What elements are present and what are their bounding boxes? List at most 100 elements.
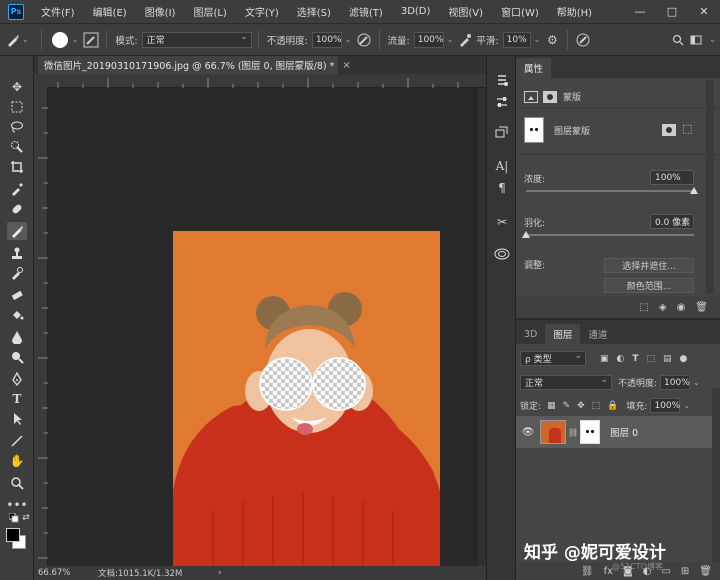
brush-tool-preset-icon[interactable] bbox=[4, 31, 22, 49]
tab-channels[interactable]: 通道 bbox=[580, 324, 615, 344]
lasso-tool-icon[interactable] bbox=[7, 118, 27, 136]
menu-window[interactable]: 窗口(W) bbox=[492, 4, 548, 19]
select-and-mask-button[interactable]: 选择并遮住... bbox=[604, 258, 694, 273]
search-icon[interactable] bbox=[669, 31, 687, 49]
filter-smart-object-icon[interactable]: ▤ bbox=[663, 354, 672, 364]
tool-presets-icon[interactable]: ✂ bbox=[492, 212, 512, 232]
link-icon[interactable]: ⛓ bbox=[581, 566, 594, 577]
tab-properties[interactable]: 属性 bbox=[516, 58, 552, 78]
menu-image[interactable]: 图像(I) bbox=[136, 4, 185, 19]
chevron-down-icon[interactable]: ⌄ bbox=[447, 35, 454, 44]
properties-scrollbar[interactable] bbox=[706, 80, 714, 294]
character-panel-icon[interactable]: A| bbox=[492, 156, 512, 176]
layers-scrollbar[interactable] bbox=[712, 388, 720, 564]
horizontal-ruler[interactable] bbox=[48, 74, 486, 88]
chevron-down-icon[interactable]: ⌄ bbox=[72, 35, 79, 44]
blend-mode-select[interactable]: 正常 bbox=[141, 31, 252, 48]
tab-3d[interactable]: 3D bbox=[516, 324, 545, 344]
eye-visibility-icon[interactable]: 👁 bbox=[516, 427, 540, 438]
chevron-down-icon[interactable]: ⌄ bbox=[345, 35, 352, 44]
menu-help[interactable]: 帮助(H) bbox=[548, 4, 601, 19]
density-slider-thumb[interactable] bbox=[690, 187, 698, 194]
type-tool-icon[interactable]: T bbox=[7, 390, 27, 408]
filter-type-icon[interactable]: T bbox=[632, 354, 638, 364]
hand-tool-icon[interactable]: ✋ bbox=[7, 452, 27, 470]
path-selection-tool-icon[interactable] bbox=[7, 410, 27, 428]
menu-edit[interactable]: 编辑(E) bbox=[84, 4, 136, 19]
color-range-button[interactable]: 颜色范围... bbox=[604, 278, 694, 293]
vector-mask-icon[interactable] bbox=[543, 90, 557, 103]
menu-3d[interactable]: 3D(D) bbox=[392, 6, 440, 17]
paragraph-panel-icon[interactable]: ¶ bbox=[492, 178, 512, 198]
apply-mask-footer-icon[interactable]: ◈ bbox=[659, 302, 667, 313]
default-colors-icon[interactable] bbox=[7, 512, 21, 524]
document-image[interactable] bbox=[173, 231, 440, 580]
ruler-origin[interactable] bbox=[34, 74, 48, 88]
layer-filter-kind-select[interactable]: ρ 类型 bbox=[520, 351, 586, 366]
crop-tool-icon[interactable] bbox=[7, 158, 27, 176]
vertical-ruler[interactable] bbox=[34, 88, 48, 566]
filter-adjustment-icon[interactable]: ◐ bbox=[617, 354, 625, 364]
brush-tool-icon[interactable] bbox=[7, 222, 27, 240]
paint-bucket-tool-icon[interactable] bbox=[7, 306, 27, 324]
foreground-color-swatch[interactable] bbox=[6, 528, 20, 542]
close-tab-icon[interactable]: × bbox=[342, 60, 350, 71]
density-input[interactable]: 100% bbox=[650, 170, 694, 185]
minimize-button[interactable]: — bbox=[624, 5, 656, 18]
clone-stamp-tool-icon[interactable] bbox=[7, 244, 27, 262]
document-tab[interactable]: 微信图片_20190310171906.jpg @ 66.7% (图层 0, 图… bbox=[38, 56, 351, 74]
menu-select[interactable]: 选择(S) bbox=[288, 4, 340, 19]
chevron-down-icon[interactable]: ⌄ bbox=[709, 35, 716, 44]
chain-link-icon[interactable]: ⛓ bbox=[568, 428, 578, 437]
fill-input[interactable]: 100% bbox=[650, 398, 681, 413]
pressure-opacity-icon[interactable] bbox=[355, 31, 373, 49]
maximize-button[interactable]: □ bbox=[656, 5, 688, 18]
menu-view[interactable]: 视图(V) bbox=[439, 4, 492, 19]
pressure-size-icon[interactable] bbox=[574, 31, 592, 49]
canvas-area[interactable] bbox=[48, 88, 486, 580]
flow-input[interactable]: 100% bbox=[413, 31, 444, 48]
layer-opacity-input[interactable]: 100% bbox=[660, 375, 691, 390]
disable-mask-icon[interactable]: ◉ bbox=[677, 302, 686, 313]
chevron-down-icon[interactable]: ⌄ bbox=[683, 401, 690, 410]
filter-pixel-icon[interactable]: ▣ bbox=[600, 354, 609, 364]
menu-layer[interactable]: 图层(L) bbox=[184, 4, 235, 19]
apply-mask-icon[interactable]: ⬚ bbox=[682, 122, 696, 136]
quick-selection-tool-icon[interactable] bbox=[7, 138, 27, 156]
opacity-input[interactable]: 100% bbox=[311, 31, 342, 48]
eyedropper-tool-icon[interactable] bbox=[7, 180, 27, 198]
chevron-down-icon[interactable]: ⌄ bbox=[534, 35, 541, 44]
chevron-down-icon[interactable]: ⌄ bbox=[22, 35, 29, 44]
zoom-tool-icon[interactable] bbox=[7, 474, 27, 492]
feather-input[interactable]: 0.0 像素 bbox=[650, 214, 694, 229]
lock-image-icon[interactable]: ✎ bbox=[563, 401, 571, 411]
menu-file[interactable]: 文件(F) bbox=[32, 4, 84, 19]
layer-name[interactable]: 图层 0 bbox=[610, 425, 638, 439]
layer-mask-thumbnail[interactable] bbox=[524, 117, 544, 143]
pen-tool-icon[interactable] bbox=[7, 370, 27, 388]
swap-colors-icon[interactable]: ⇄ bbox=[20, 512, 32, 524]
layer-row[interactable]: 👁 ⛓ 图层 0 bbox=[516, 416, 712, 448]
tab-layers[interactable]: 图层 bbox=[545, 324, 581, 344]
brush-size-picker[interactable] bbox=[48, 31, 72, 49]
menu-type[interactable]: 文字(Y) bbox=[236, 4, 288, 19]
canvas-vertical-scrollbar[interactable] bbox=[478, 88, 486, 566]
layer-comps-icon[interactable] bbox=[492, 122, 512, 142]
new-layer-icon[interactable]: ⊞ bbox=[681, 566, 689, 577]
lock-position-icon[interactable]: ✥ bbox=[577, 401, 585, 411]
close-window-button[interactable]: ✕ bbox=[688, 5, 720, 18]
feather-slider-track[interactable] bbox=[526, 234, 694, 236]
smoothing-input[interactable]: 10% bbox=[502, 31, 531, 48]
layer-mask-thumb[interactable] bbox=[580, 420, 601, 444]
filter-shape-icon[interactable]: ⬚ bbox=[647, 354, 656, 364]
trash-icon[interactable]: 🗑 bbox=[695, 302, 708, 313]
feather-slider-thumb[interactable] bbox=[522, 231, 530, 238]
lock-artboard-icon[interactable]: ⬚ bbox=[592, 401, 601, 411]
eraser-tool-icon[interactable] bbox=[7, 286, 27, 304]
status-menu-arrow[interactable]: › bbox=[218, 568, 221, 578]
lock-transparent-icon[interactable]: ▦ bbox=[547, 401, 556, 411]
pixel-mask-icon[interactable] bbox=[524, 90, 538, 103]
adjustments-panel-icon[interactable] bbox=[492, 92, 512, 112]
dodge-tool-icon[interactable] bbox=[7, 348, 27, 366]
load-selection-icon[interactable]: ⬚ bbox=[639, 302, 648, 313]
